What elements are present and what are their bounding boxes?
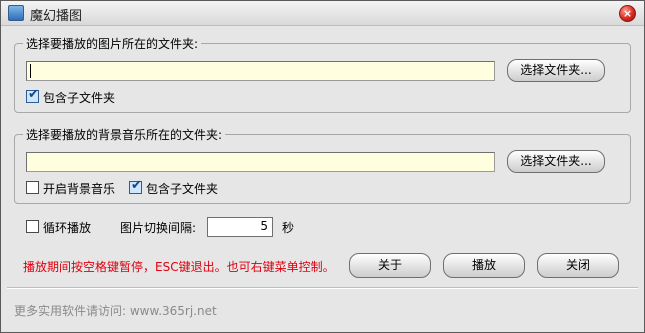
hint-text: 播放期间按空格键暂停，ESC键退出。也可右键菜单控制。 [23, 260, 335, 274]
choose-image-folder-button[interactable]: 选择文件夹... [507, 59, 605, 82]
interval-unit: 秒 [282, 221, 295, 235]
image-include-subfolders-label: 包含子文件夹 [43, 91, 116, 105]
close-button[interactable]: 关闭 [537, 253, 619, 278]
image-folder-legend: 选择要播放的图片所在的文件夹: [23, 35, 202, 52]
enable-music-checkbox[interactable] [26, 181, 39, 194]
play-button[interactable]: 播放 [443, 253, 525, 278]
music-folder-path-input[interactable] [26, 152, 495, 172]
music-folder-legend: 选择要播放的背景音乐所在的文件夹: [23, 126, 226, 143]
app-window: 魔幻播图 × 选择要播放的图片所在的文件夹: 选择文件夹... ✔ 包含子文件夹… [0, 0, 645, 333]
music-include-subfolders-label: 包含子文件夹 [146, 182, 219, 196]
text-caret [30, 64, 31, 78]
image-folder-path-input[interactable] [26, 61, 495, 81]
interval-label: 图片切换间隔: [120, 221, 197, 235]
loop-play-label: 循环播放 [43, 221, 92, 235]
interval-input[interactable]: 5 [207, 217, 273, 237]
footer-link[interactable]: 更多实用软件请访问: www.365rj.net [14, 302, 217, 319]
footer-divider [7, 287, 638, 289]
window-close-button[interactable]: × [619, 5, 636, 22]
choose-music-folder-button[interactable]: 选择文件夹... [507, 150, 605, 173]
title-bar[interactable]: 魔幻播图 × [1, 1, 644, 26]
window-title: 魔幻播图 [30, 9, 83, 24]
about-button[interactable]: 关于 [349, 253, 431, 278]
checkmark-icon: ✔ [131, 178, 142, 193]
app-icon [8, 5, 24, 21]
loop-play-checkbox[interactable] [26, 220, 39, 233]
checkmark-icon: ✔ [28, 87, 39, 102]
enable-music-label: 开启背景音乐 [43, 182, 116, 196]
music-include-subfolders-checkbox[interactable]: ✔ [129, 178, 142, 194]
image-include-subfolders-checkbox[interactable]: ✔ [26, 87, 39, 103]
